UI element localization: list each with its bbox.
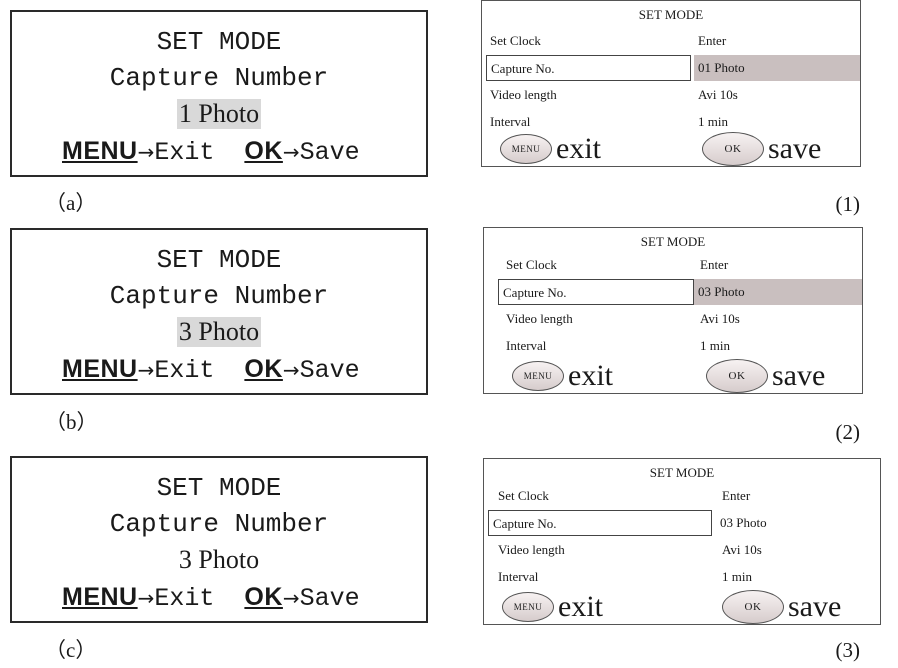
menu-header: SET MODE	[640, 234, 706, 249]
menu-row-set-clock[interactable]: Set Clock Enter	[488, 483, 880, 509]
menu-row-video-length[interactable]: Video length Avi 10s	[488, 537, 880, 563]
row-label: Capture No.	[486, 55, 691, 81]
exit-label: Exit	[154, 138, 215, 167]
save-label: Save	[299, 584, 360, 613]
ok-button-icon: OK	[706, 359, 768, 393]
lcd-title: SET MODE	[156, 473, 282, 503]
ok-save-button[interactable]: OK save	[706, 359, 825, 393]
row-value: Enter	[700, 257, 729, 272]
lcd-subtitle: Capture Number	[109, 281, 329, 311]
lcd-title: SET MODE	[156, 27, 282, 57]
caption-3: (3)	[835, 638, 861, 662]
ok-key: OK	[244, 355, 283, 383]
lcd-footer: MENU→Exit OK→Save	[62, 137, 416, 167]
lcd-panel-c: SET MODE Capture Number 3 Photo MENU→Exi…	[10, 456, 428, 623]
menu-button-icon: MENU	[500, 134, 552, 164]
row-value: Avi 10s	[698, 87, 738, 102]
ok-key: OK	[244, 137, 283, 165]
save-label: Save	[299, 356, 360, 385]
menu-exit-button[interactable]: MENU exit	[502, 590, 603, 623]
caption-1: (1)	[835, 192, 861, 216]
lcd-title: SET MODE	[156, 245, 282, 275]
lcd-value: 3 Photo	[178, 545, 260, 574]
save-label: Save	[299, 138, 360, 167]
row-label: Set Clock	[498, 488, 549, 503]
lcd-value: 3 Photo	[176, 317, 262, 347]
ok-save-button[interactable]: OK save	[722, 590, 841, 624]
arrow-right-icon: →	[137, 140, 155, 164]
menu-row-set-clock[interactable]: Set Clock Enter	[488, 252, 862, 278]
row-value: 1 min	[700, 338, 730, 353]
lcd-panel-b: SET MODE Capture Number 3 Photo MENU→Exi…	[10, 228, 428, 395]
row-value: Enter	[698, 33, 727, 48]
arrow-right-icon: →	[282, 140, 300, 164]
save-label: save	[768, 132, 822, 165]
menu-row-capture-no[interactable]: Capture No. 01 Photo	[486, 55, 860, 81]
menu-button-icon: MENU	[502, 592, 554, 622]
menu-key: MENU	[62, 137, 138, 165]
exit-label: exit	[568, 359, 613, 392]
row-label: Video length	[498, 542, 565, 557]
menu-row-video-length[interactable]: Video length Avi 10s	[486, 82, 860, 108]
caption-2: (2)	[835, 420, 861, 444]
arrow-right-icon: →	[282, 586, 300, 610]
arrow-right-icon: →	[137, 586, 155, 610]
menu-exit-button[interactable]: MENU exit	[500, 132, 601, 165]
exit-label: exit	[556, 132, 601, 165]
lcd-footer: MENU→Exit OK→Save	[62, 355, 416, 385]
menu-button-icon: MENU	[512, 361, 564, 391]
caption-a: （a）	[45, 191, 97, 215]
lcd-subtitle: Capture Number	[109, 509, 329, 539]
row-label: Capture No.	[498, 279, 694, 305]
ok-button-icon: OK	[702, 132, 764, 166]
menu-row-set-clock[interactable]: Set Clock Enter	[486, 28, 860, 54]
menu-exit-button[interactable]: MENU exit	[512, 359, 613, 392]
menu-row-capture-no[interactable]: Capture No. 03 Photo	[498, 279, 862, 305]
arrow-right-icon: →	[137, 358, 155, 382]
row-value: 03 Photo	[694, 279, 862, 305]
row-value: Avi 10s	[722, 542, 762, 557]
row-value: 01 Photo	[694, 55, 860, 81]
menu-panel-3: SET MODE Set Clock Enter Capture No. 03 …	[483, 458, 881, 625]
menu-row-interval[interactable]: Interval 1 min	[488, 333, 862, 359]
menu-panel-2: SET MODE Set Clock Enter Capture No. 03 …	[483, 227, 863, 394]
menu-header: SET MODE	[638, 7, 704, 22]
exit-label: Exit	[154, 356, 215, 385]
caption-c: （c）	[45, 638, 97, 662]
caption-b: （b）	[45, 410, 98, 434]
row-value: Enter	[722, 488, 751, 503]
menu-header: SET MODE	[649, 465, 715, 480]
ok-save-button[interactable]: OK save	[702, 132, 821, 166]
lcd-footer: MENU→Exit OK→Save	[62, 583, 416, 613]
exit-label: Exit	[154, 584, 215, 613]
menu-panel-1: SET MODE Set Clock Enter Capture No. 01 …	[481, 0, 861, 167]
row-label: Set Clock	[506, 257, 557, 272]
menu-row-capture-no[interactable]: Capture No. 03 Photo	[488, 510, 880, 536]
menu-row-interval[interactable]: Interval 1 min	[488, 564, 880, 590]
row-label: Video length	[506, 311, 573, 326]
arrow-right-icon: →	[282, 358, 300, 382]
save-label: save	[772, 359, 826, 392]
ok-button-icon: OK	[722, 590, 784, 624]
save-label: save	[788, 590, 842, 623]
menu-row-video-length[interactable]: Video length Avi 10s	[488, 306, 862, 332]
menu-key: MENU	[62, 355, 138, 383]
row-value: 03 Photo	[720, 515, 767, 530]
menu-key: MENU	[62, 583, 138, 611]
exit-label: exit	[558, 590, 603, 623]
row-label: Video length	[490, 87, 557, 102]
row-label: Interval	[498, 569, 539, 584]
ok-key: OK	[244, 583, 283, 611]
row-label: Interval	[506, 338, 547, 353]
lcd-subtitle: Capture Number	[109, 63, 329, 93]
lcd-panel-a: SET MODE Capture Number 1 Photo MENU→Exi…	[10, 10, 428, 177]
row-label: Capture No.	[488, 510, 712, 536]
row-value: Avi 10s	[700, 311, 740, 326]
row-value: 1 min	[722, 569, 752, 584]
row-label: Set Clock	[490, 33, 541, 48]
lcd-value: 1 Photo	[176, 99, 262, 129]
